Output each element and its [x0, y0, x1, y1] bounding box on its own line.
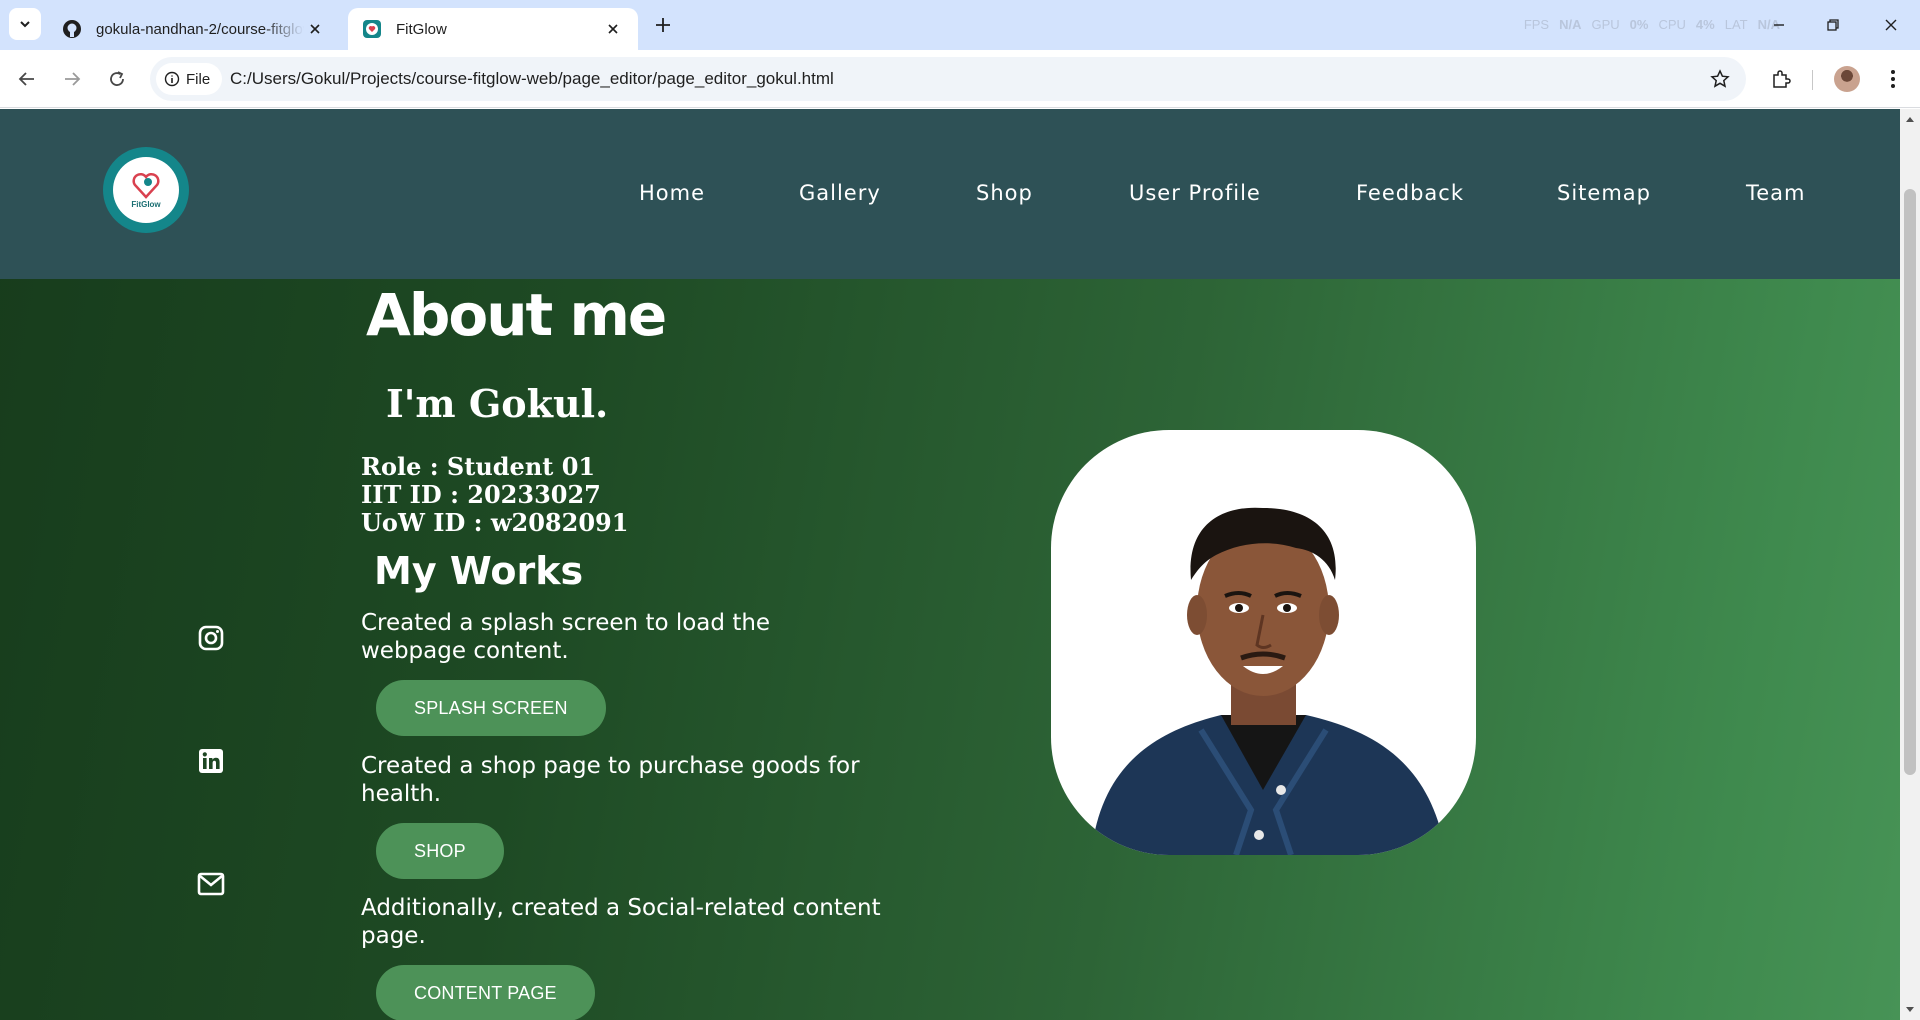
iit-id-text: IIT ID : 20233027 [361, 480, 601, 509]
uow-id-text: UoW ID : w2082091 [361, 508, 629, 537]
puzzle-icon [1773, 70, 1791, 88]
reload-icon [110, 71, 124, 86]
browser-tab-strip: gokula-nandhan-2/course-fitglow-web FitG… [0, 0, 1920, 50]
tab-title: gokula-nandhan-2/course-fitglow-web [96, 20, 304, 38]
close-icon [1885, 19, 1897, 31]
role-text: Role : Student 01 [361, 452, 596, 481]
fps-label: FPS [1523, 17, 1550, 32]
avatar [1834, 66, 1860, 92]
lat-label: LAT [1724, 17, 1748, 32]
tab-title: FitGlow [396, 20, 447, 38]
browser-toolbar: File C:/Users/Gokul/Projects/course-fitg… [0, 50, 1920, 108]
performance-overlay: FPS N/A GPU 0% CPU 4% LAT N/A [1524, 17, 1780, 32]
nav-feedback[interactable]: Feedback [1356, 181, 1464, 205]
tab-github[interactable]: gokula-nandhan-2/course-fitglow-web [48, 8, 340, 50]
work-description-shop: Created a shop page to purchase goods fo… [361, 753, 860, 807]
back-button[interactable] [11, 63, 43, 95]
forward-button[interactable] [56, 63, 88, 95]
page-scrollbar[interactable] [1900, 109, 1920, 1020]
site-chip-label: File [186, 70, 211, 88]
student-info: Role : Student 01 IIT ID : 20233027 UoW … [361, 453, 628, 537]
arrow-left-icon [18, 72, 34, 86]
extensions-button[interactable] [1765, 63, 1797, 95]
close-window-button[interactable] [1876, 10, 1906, 40]
portrait-illustration [1091, 507, 1446, 855]
nav-user-profile[interactable]: User Profile [1129, 181, 1261, 205]
new-tab-button[interactable] [650, 12, 676, 38]
work-description-splash: Created a splash screen to load the webp… [361, 610, 771, 664]
info-icon [164, 71, 180, 87]
address-bar[interactable]: File C:/Users/Gokul/Projects/course-fitg… [150, 57, 1746, 101]
instagram-icon [198, 625, 224, 651]
email-link[interactable] [196, 869, 226, 899]
fitglow-favicon-icon [362, 19, 382, 39]
star-icon [1710, 69, 1730, 88]
splash-screen-button[interactable]: SPLASH SCREEN [376, 680, 606, 736]
page-viewport: FitGlow Home Gallery Shop User Profile F… [0, 109, 1900, 1020]
browser-menu-button[interactable] [1877, 63, 1909, 95]
about-title: About me [366, 281, 667, 349]
mail-icon [197, 872, 225, 896]
cpu-label: CPU [1658, 17, 1686, 32]
profile-photo [1051, 430, 1476, 855]
nav-gallery[interactable]: Gallery [799, 181, 881, 205]
toolbar-divider [1812, 70, 1813, 90]
nav-home[interactable]: Home [639, 181, 705, 205]
fps-value: N/A [1559, 17, 1582, 32]
tab-search-button[interactable] [9, 8, 41, 40]
minimize-icon [1774, 24, 1784, 26]
plus-icon [656, 18, 670, 32]
restore-button[interactable] [1818, 10, 1848, 40]
shop-button[interactable]: SHOP [376, 823, 504, 879]
tab-fitglow[interactable]: FitGlow [348, 8, 638, 50]
work-description-content: Additionally, created a Social-related c… [361, 895, 881, 949]
main-navigation: Home Gallery Shop User Profile Feedback … [0, 181, 1900, 211]
site-header: FitGlow Home Gallery Shop User Profile F… [0, 109, 1900, 279]
kebab-menu-icon [1891, 70, 1895, 88]
nav-sitemap[interactable]: Sitemap [1557, 181, 1651, 205]
instagram-link[interactable] [196, 623, 226, 653]
scroll-down-arrow-icon[interactable] [1904, 1004, 1916, 1016]
works-title: My Works [374, 549, 584, 593]
url-text[interactable]: C:/Users/Gokul/Projects/course-fitglow-w… [230, 69, 834, 89]
bookmark-star-button[interactable] [1708, 67, 1732, 91]
chevron-down-icon [20, 21, 30, 28]
nav-shop[interactable]: Shop [976, 181, 1033, 205]
scroll-up-arrow-icon[interactable] [1904, 113, 1916, 125]
close-icon[interactable] [304, 18, 326, 40]
content-page-button[interactable]: CONTENT PAGE [376, 965, 595, 1020]
nav-team[interactable]: Team [1746, 181, 1806, 205]
reload-button[interactable] [101, 63, 133, 95]
linkedin-link[interactable] [196, 746, 226, 776]
close-icon[interactable] [602, 18, 624, 40]
gpu-label: GPU [1591, 17, 1620, 32]
restore-icon [1827, 19, 1839, 31]
cpu-value: 4% [1695, 17, 1715, 32]
profile-button[interactable] [1831, 63, 1863, 95]
site-info-chip[interactable]: File [156, 63, 223, 95]
linkedin-icon [199, 749, 223, 773]
scrollbar-thumb[interactable] [1904, 189, 1916, 775]
github-icon [62, 19, 82, 39]
minimize-button[interactable] [1764, 10, 1794, 40]
greeting: I'm Gokul. [386, 381, 609, 426]
gpu-value: 0% [1629, 17, 1649, 32]
arrow-right-icon [65, 72, 81, 86]
